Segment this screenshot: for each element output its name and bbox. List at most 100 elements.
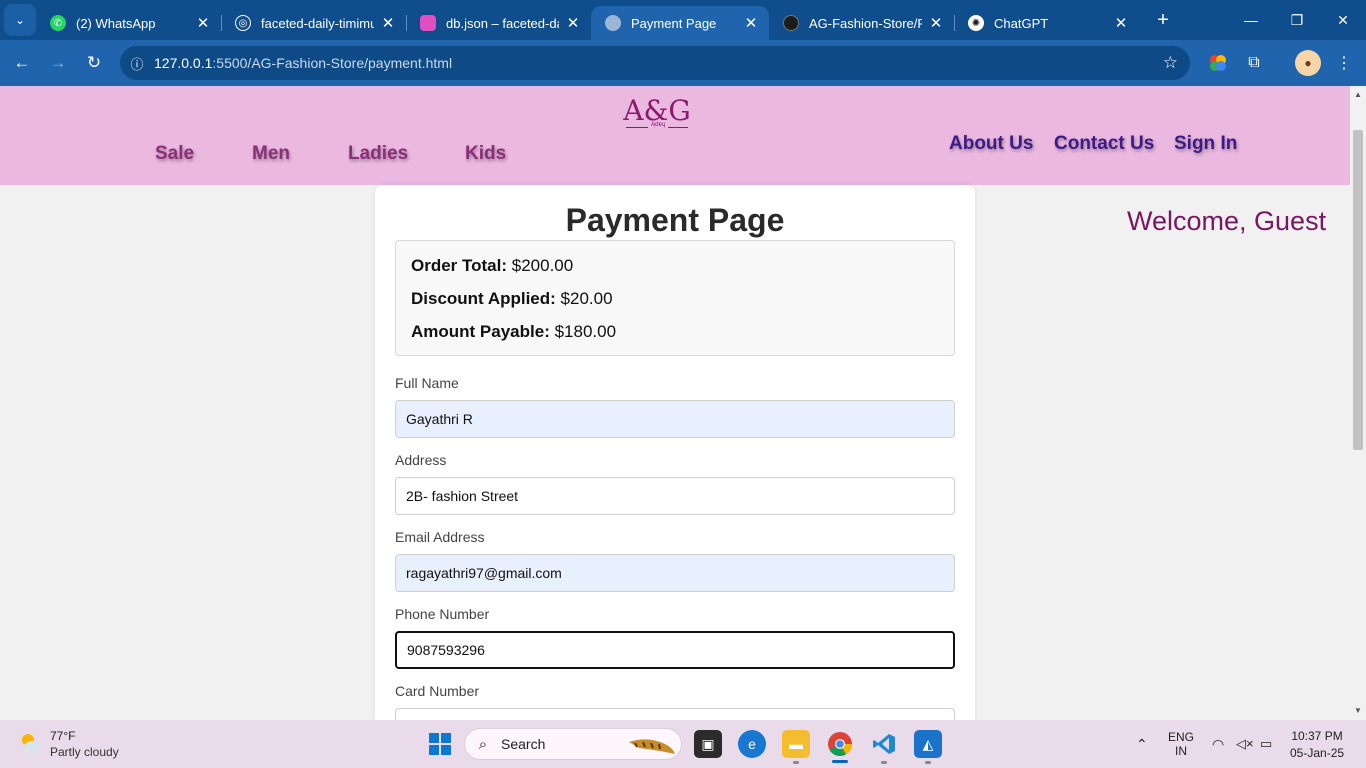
payment-card: Payment Page Order Total: $200.00 Discou… [375,185,975,720]
page-scrollbar[interactable]: ▲ ▼ [1350,86,1366,720]
nav-men[interactable]: Men [252,143,290,165]
order-total-row: Order Total: $200.00 [411,256,573,276]
full-name-input[interactable] [395,400,955,438]
tab-label: AG-Fashion-Store/RE [809,15,922,31]
battery-icon[interactable]: ▭ [1260,736,1272,752]
github-icon: ◎ [235,15,251,31]
taskbar-search[interactable]: ⌕ Search [464,728,682,760]
volume-muted-icon[interactable]: ◁× [1236,736,1254,752]
close-icon[interactable]: ✕ [380,14,396,32]
amount-payable-label: Amount Payable: [411,322,550,341]
close-icon[interactable]: ✕ [1113,14,1129,32]
card-number-label: Card Number [395,683,480,699]
scroll-down-arrow-icon[interactable]: ▼ [1350,704,1366,718]
welcome-message: Welcome, Guest [1127,206,1327,236]
tab-payment-page[interactable]: Payment Page ✕ [591,6,769,40]
minimize-button[interactable]: — [1228,0,1274,40]
tab-faceted-daily[interactable]: ◎ faceted-daily-timimus ✕ [221,6,407,40]
close-icon[interactable]: ✕ [743,14,759,32]
chatgpt-icon: ✺ [968,15,984,31]
search-placeholder: Search [501,736,546,752]
color-extension-icon[interactable] [1205,50,1231,76]
tab-strip: ⌄ ✆ (2) WhatsApp ✕ ◎ faceted-daily-timim… [0,0,1366,40]
running-indicator [925,761,931,764]
order-total-label: Order Total: [411,256,508,275]
scroll-thumb[interactable] [1353,130,1363,450]
order-summary: Order Total: $200.00 Discount Applied: $… [395,240,955,356]
window-close-button[interactable]: ✕ [1320,0,1366,40]
windows-taskbar: 77°F Partly cloudy ⌕ Search ▣ e ▬ ◭ ⌃ EN… [0,720,1366,768]
menu-kebab-icon[interactable]: ⋮ [1331,50,1357,76]
phone-input[interactable] [395,631,955,669]
tab-ag-fashion-store[interactable]: AG-Fashion-Store/RE ✕ [769,6,955,40]
restore-button[interactable]: ❐ [1274,0,1320,40]
tab-label: ChatGPT [994,15,1049,31]
chrome-active-indicator [832,760,848,763]
clock-date: 05-Jan-25 [1290,746,1345,760]
task-view-icon[interactable]: ▣ [694,730,722,758]
profile-avatar[interactable]: ● [1295,50,1321,76]
order-total-value: $200.00 [511,256,574,275]
nav-contact-us[interactable]: Contact Us [1054,133,1154,155]
running-indicator [793,761,799,764]
region-code: IN [1175,744,1187,758]
file-explorer-icon[interactable]: ▬ [782,730,810,758]
discount-label: Discount Applied: [411,289,556,308]
scroll-up-arrow-icon[interactable]: ▲ [1350,88,1366,102]
extensions-puzzle-icon[interactable]: ⧉ [1241,50,1267,76]
discount-value: $20.00 [560,289,613,308]
nav-about-us[interactable]: About Us [949,133,1033,155]
glitch-icon [420,15,436,31]
edge-browser-icon[interactable]: e [738,730,766,758]
tab-chatgpt[interactable]: ✺ ChatGPT ✕ [954,6,1139,40]
show-hidden-icons-chevron-icon[interactable]: ⌃ [1136,736,1148,753]
card-number-input[interactable] [395,708,955,720]
new-tab-button[interactable]: + [1149,9,1177,32]
wifi-icon[interactable]: ◠ [1212,736,1224,753]
nav-ladies[interactable]: Ladies [348,143,408,165]
bookmark-star-icon[interactable]: ☆ [1163,53,1178,73]
nav-kids[interactable]: Kids [465,143,506,165]
weather-condition: Partly cloudy [50,745,119,759]
clock[interactable]: 10:37 PM 05-Jan-25 [1290,729,1344,760]
tab-whatsapp[interactable]: ✆ (2) WhatsApp ✕ [36,6,222,40]
globe-icon [605,15,621,31]
close-icon[interactable]: ✕ [195,14,211,32]
email-label: Email Address [395,529,485,545]
tab-label: db.json – faceted-dail [446,15,559,31]
vscode-icon[interactable] [870,730,898,758]
email-input[interactable] [395,554,955,592]
profile-icon: ● [1304,56,1312,70]
running-indicator [881,761,887,764]
arrow-right-icon: → [49,53,67,72]
weather-temperature: 77°F [50,729,76,743]
page-title: Payment Page [565,202,785,238]
forward-button[interactable]: → [40,45,76,81]
close-icon[interactable]: ✕ [928,14,944,32]
app-store-icon[interactable]: ◭ [914,730,942,758]
chrome-icon[interactable] [826,730,854,758]
language-indicator[interactable]: ENG IN [1168,730,1194,758]
back-button[interactable]: ← [4,45,40,81]
site-info-icon[interactable]: ⓘ [120,54,154,73]
tab-label: Payment Page [631,15,717,31]
reload-icon: ↻ [86,53,102,72]
windows-start-icon[interactable] [426,730,454,758]
nav-sign-in[interactable]: Sign In [1174,133,1237,155]
close-icon[interactable]: ✕ [565,14,581,32]
weather-partly-cloudy-icon[interactable] [18,730,44,756]
search-highlight-image [627,732,677,756]
tab-db-json[interactable]: db.json – faceted-dail ✕ [406,6,591,40]
page-viewport: A&G ʎᴉdɐɥ Sale Men Ladies Kids About Us … [0,86,1350,720]
search-icon: ⌕ [478,735,488,753]
address-label: Address [395,452,447,468]
tab-label: (2) WhatsApp [76,15,156,31]
reload-button[interactable]: ↻ [76,45,112,81]
site-header: A&G ʎᴉdɐɥ Sale Men Ladies Kids About Us … [0,86,1350,185]
tab-search-button[interactable]: ⌄ [4,4,36,36]
address-bar[interactable]: ⓘ 127.0.0.1:5500/AG-Fashion-Store/paymen… [120,46,1190,80]
address-input[interactable] [395,477,955,515]
whatsapp-icon: ✆ [50,15,66,31]
nav-sale[interactable]: Sale [155,143,194,165]
browser-toolbar: ← → ↻ ⓘ 127.0.0.1:5500/AG-Fashion-Store/… [0,40,1366,86]
